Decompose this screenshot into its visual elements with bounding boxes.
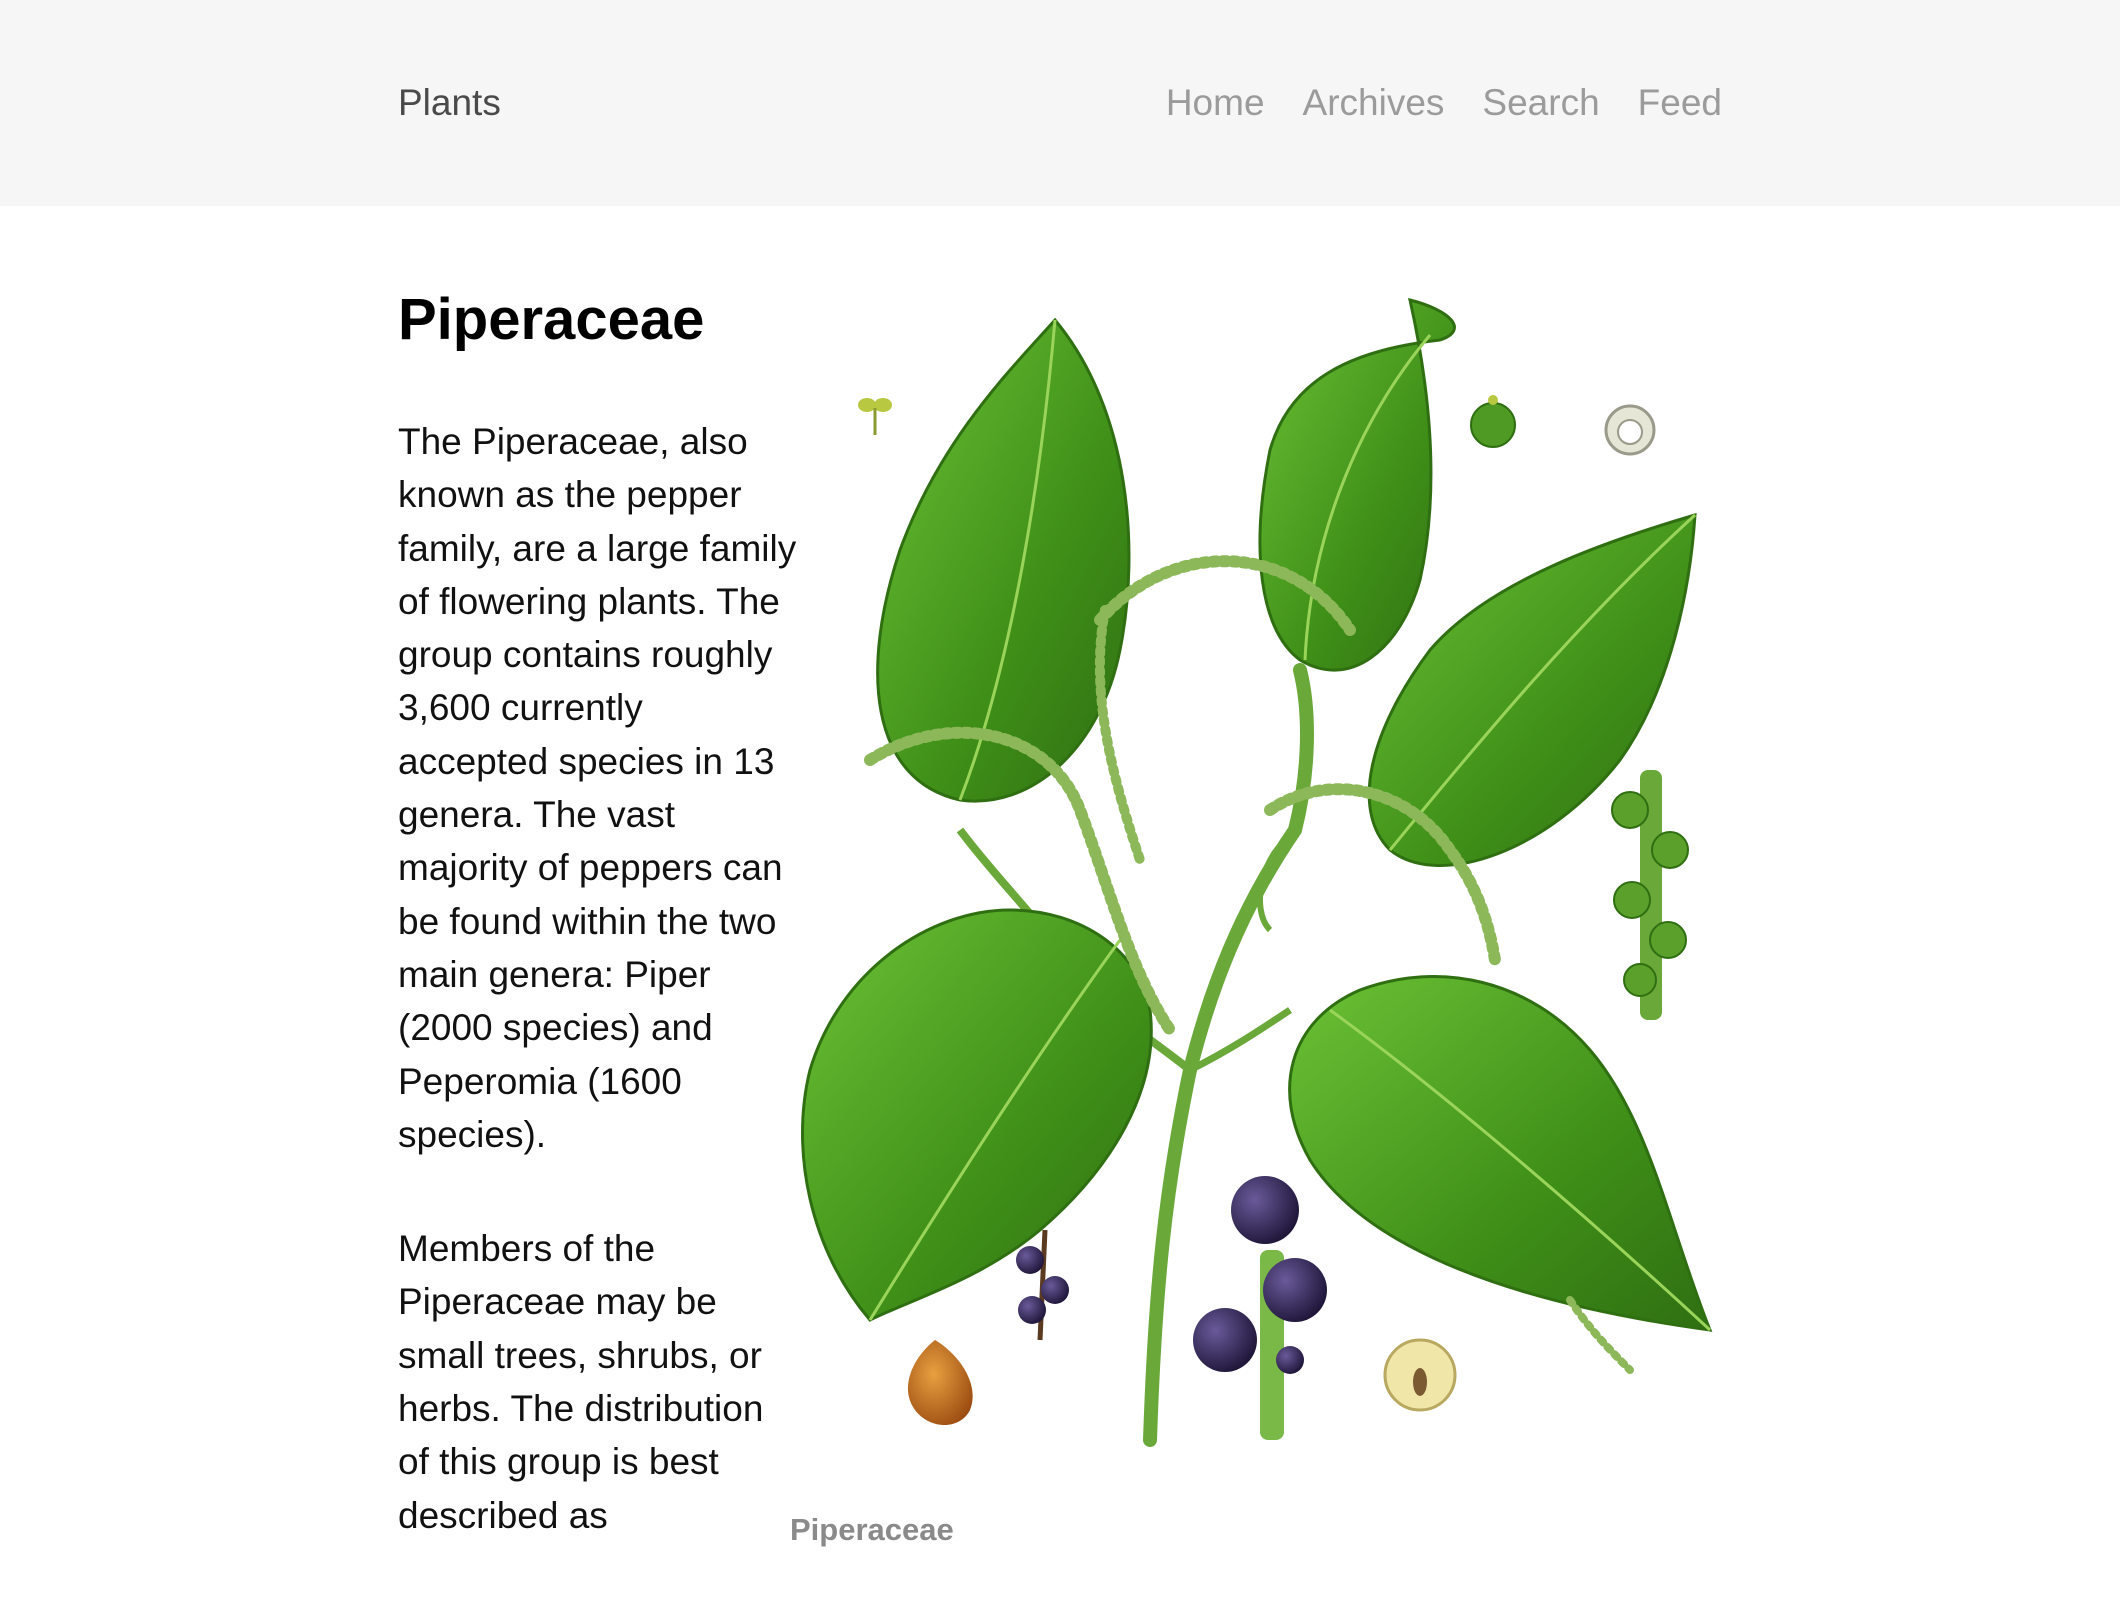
spike-detail [1611,770,1689,1020]
nav-search-link[interactable]: Search [1482,78,1599,128]
post-title: Piperaceae [398,287,705,352]
nav-home-link[interactable]: Home [1166,78,1265,128]
piperaceae-illustration [790,290,1740,1490]
main-nav: Home Archives Search Feed [1166,78,1722,128]
site-header: Plants Home Archives Search Feed [0,0,2120,206]
berry-cluster-large [1193,1176,1327,1440]
nav-archives-link[interactable]: Archives [1303,78,1445,128]
ovary-detail [1470,395,1516,448]
leaf [876,317,1131,803]
botanical-plate-svg [801,297,1713,1447]
berry-cluster-small [1016,1229,1069,1341]
stamen-detail [858,398,892,435]
post-paragraph: The Piperaceae, also known as the pepper… [398,421,797,1155]
seed-detail [907,1340,973,1425]
post-paragraph: Members of the Piperaceae may be small t… [398,1228,764,1536]
seed-section-detail [1383,1338,1457,1412]
section-detail [1604,404,1656,456]
leaf [1258,297,1456,672]
site-title-link[interactable]: Plants [398,78,501,128]
nav-feed-link[interactable]: Feed [1638,78,1722,128]
leaf [1288,975,1713,1332]
figure-caption: Piperaceae [790,1512,954,1547]
post-body: The Piperaceae, also known as the pepper… [398,415,798,1603]
